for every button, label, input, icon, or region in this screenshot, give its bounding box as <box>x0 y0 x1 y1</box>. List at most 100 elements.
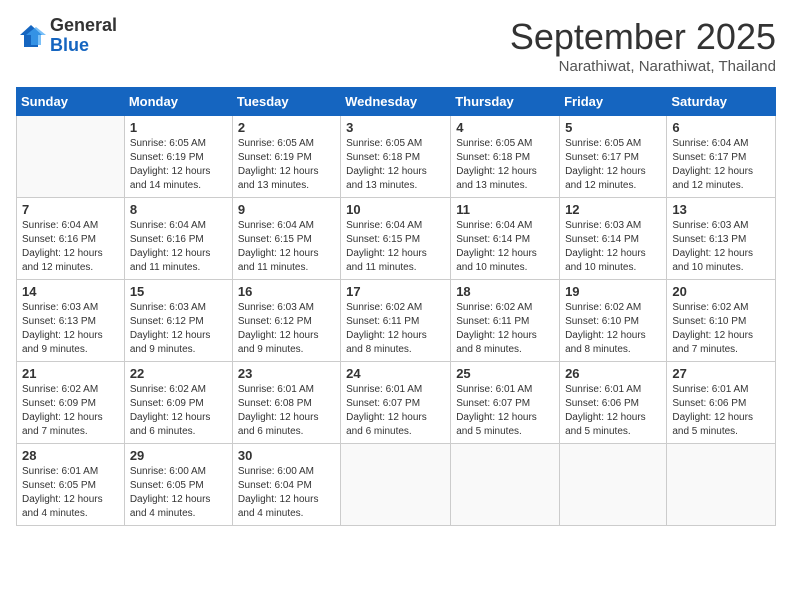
day-info: Sunrise: 6:04 AM Sunset: 6:16 PM Dayligh… <box>22 219 119 275</box>
calendar-cell: 7Sunrise: 6:04 AM Sunset: 6:16 PM Daylig… <box>17 198 125 280</box>
day-info: Sunrise: 6:00 AM Sunset: 6:04 PM Dayligh… <box>238 465 335 521</box>
day-info: Sunrise: 6:01 AM Sunset: 6:07 PM Dayligh… <box>456 383 554 439</box>
logo-blue-text: Blue <box>50 35 89 55</box>
calendar-week-4: 21 Sunrise: 6:02 AM Sunset: 6:09 PM Dayli… <box>17 362 776 444</box>
calendar-week-5: 28 Sunrise: 6:01 AM Sunset: 6:05 PM Dayli… <box>17 444 776 526</box>
day-number: 28 <box>22 448 119 463</box>
day-info: Sunrise: 6:02 AM Sunset: 6:11 PM Dayligh… <box>456 301 554 357</box>
day-info: Sunrise: 6:02 AM Sunset: 6:11 PM Dayligh… <box>346 301 445 357</box>
day-number: 12 <box>565 202 661 217</box>
calendar-cell: 5Sunrise: 6:05 AM Sunset: 6:17 PM Daylig… <box>560 116 667 198</box>
day-number: 27 <box>672 366 770 381</box>
day-info: Sunrise: 6:03 AM Sunset: 6:13 PM Dayligh… <box>22 301 119 357</box>
day-header-monday: Monday <box>124 88 232 116</box>
day-number: 10 <box>346 202 445 217</box>
logo-text: General Blue <box>50 16 117 56</box>
calendar-cell: 29 Sunrise: 6:00 AM Sunset: 6:05 PM Dayli… <box>124 444 232 526</box>
calendar-cell: 25 Sunrise: 6:01 AM Sunset: 6:07 PM Dayli… <box>451 362 560 444</box>
day-number: 25 <box>456 366 554 381</box>
calendar-cell: 3 Sunrise: 6:05 AM Sunset: 6:18 PM Daylig… <box>341 116 451 198</box>
day-info: Sunrise: 6:05 AM Sunset: 6:18 PM Dayligh… <box>346 137 445 193</box>
day-number: 6 <box>672 120 770 135</box>
day-info: Sunrise: 6:03 AM Sunset: 6:12 PM Dayligh… <box>130 301 227 357</box>
calendar-cell: 11Sunrise: 6:04 AM Sunset: 6:14 PM Dayli… <box>451 198 560 280</box>
day-number: 1 <box>130 120 227 135</box>
day-info: Sunrise: 6:03 AM Sunset: 6:12 PM Dayligh… <box>238 301 335 357</box>
day-number: 2 <box>238 120 335 135</box>
day-info: Sunrise: 6:01 AM Sunset: 6:06 PM Dayligh… <box>565 383 661 439</box>
calendar-header-row: SundayMondayTuesdayWednesdayThursdayFrid… <box>17 88 776 116</box>
day-info: Sunrise: 6:04 AM Sunset: 6:15 PM Dayligh… <box>346 219 445 275</box>
calendar-cell: 13 Sunrise: 6:03 AM Sunset: 6:13 PM Dayli… <box>667 198 776 280</box>
logo: General Blue <box>16 16 117 56</box>
calendar-cell <box>341 444 451 526</box>
title-section: September 2025 Narathiwat, Narathiwat, T… <box>510 16 776 75</box>
day-number: 3 <box>346 120 445 135</box>
day-info: Sunrise: 6:05 AM Sunset: 6:17 PM Dayligh… <box>565 137 661 193</box>
calendar-cell: 23 Sunrise: 6:01 AM Sunset: 6:08 PM Dayli… <box>232 362 340 444</box>
day-info: Sunrise: 6:04 AM Sunset: 6:17 PM Dayligh… <box>672 137 770 193</box>
calendar-cell: 19Sunrise: 6:02 AM Sunset: 6:10 PM Dayli… <box>560 280 667 362</box>
logo-icon <box>16 21 46 51</box>
calendar-cell: 22 Sunrise: 6:02 AM Sunset: 6:09 PM Dayli… <box>124 362 232 444</box>
day-info: Sunrise: 6:01 AM Sunset: 6:05 PM Dayligh… <box>22 465 119 521</box>
day-header-friday: Friday <box>560 88 667 116</box>
calendar-cell: 28 Sunrise: 6:01 AM Sunset: 6:05 PM Dayli… <box>17 444 125 526</box>
day-header-tuesday: Tuesday <box>232 88 340 116</box>
calendar-cell: 17 Sunrise: 6:02 AM Sunset: 6:11 PM Dayli… <box>341 280 451 362</box>
day-info: Sunrise: 6:05 AM Sunset: 6:19 PM Dayligh… <box>130 137 227 193</box>
day-info: Sunrise: 6:01 AM Sunset: 6:08 PM Dayligh… <box>238 383 335 439</box>
day-number: 8 <box>130 202 227 217</box>
calendar-cell: 4 Sunrise: 6:05 AM Sunset: 6:18 PM Daylig… <box>451 116 560 198</box>
day-number: 9 <box>238 202 335 217</box>
day-number: 26 <box>565 366 661 381</box>
day-info: Sunrise: 6:00 AM Sunset: 6:05 PM Dayligh… <box>130 465 227 521</box>
day-number: 23 <box>238 366 335 381</box>
day-number: 4 <box>456 120 554 135</box>
day-info: Sunrise: 6:04 AM Sunset: 6:16 PM Dayligh… <box>130 219 227 275</box>
calendar-cell <box>17 116 125 198</box>
calendar-cell <box>667 444 776 526</box>
day-info: Sunrise: 6:02 AM Sunset: 6:09 PM Dayligh… <box>130 383 227 439</box>
calendar-cell: 27 Sunrise: 6:01 AM Sunset: 6:06 PM Dayli… <box>667 362 776 444</box>
day-header-thursday: Thursday <box>451 88 560 116</box>
day-info: Sunrise: 6:03 AM Sunset: 6:14 PM Dayligh… <box>565 219 661 275</box>
day-number: 20 <box>672 284 770 299</box>
day-info: Sunrise: 6:03 AM Sunset: 6:13 PM Dayligh… <box>672 219 770 275</box>
calendar-cell: 12 Sunrise: 6:03 AM Sunset: 6:14 PM Dayli… <box>560 198 667 280</box>
logo-general-text: General <box>50 15 117 35</box>
page-header: General Blue September 2025 Narathiwat, … <box>16 16 776 75</box>
calendar-cell: 8 Sunrise: 6:04 AM Sunset: 6:16 PM Daylig… <box>124 198 232 280</box>
day-info: Sunrise: 6:04 AM Sunset: 6:14 PM Dayligh… <box>456 219 554 275</box>
day-info: Sunrise: 6:04 AM Sunset: 6:15 PM Dayligh… <box>238 219 335 275</box>
day-header-wednesday: Wednesday <box>341 88 451 116</box>
calendar-cell <box>560 444 667 526</box>
day-info: Sunrise: 6:02 AM Sunset: 6:09 PM Dayligh… <box>22 383 119 439</box>
calendar-cell: 2 Sunrise: 6:05 AM Sunset: 6:19 PM Daylig… <box>232 116 340 198</box>
day-number: 30 <box>238 448 335 463</box>
location-subtitle: Narathiwat, Narathiwat, Thailand <box>510 58 776 75</box>
day-info: Sunrise: 6:01 AM Sunset: 6:06 PM Dayligh… <box>672 383 770 439</box>
calendar-week-3: 14 Sunrise: 6:03 AM Sunset: 6:13 PM Dayli… <box>17 280 776 362</box>
calendar-cell: 1 Sunrise: 6:05 AM Sunset: 6:19 PM Daylig… <box>124 116 232 198</box>
calendar-cell: 16Sunrise: 6:03 AM Sunset: 6:12 PM Dayli… <box>232 280 340 362</box>
calendar-cell: 21 Sunrise: 6:02 AM Sunset: 6:09 PM Dayli… <box>17 362 125 444</box>
day-info: Sunrise: 6:05 AM Sunset: 6:19 PM Dayligh… <box>238 137 335 193</box>
calendar-cell: 6 Sunrise: 6:04 AM Sunset: 6:17 PM Daylig… <box>667 116 776 198</box>
day-number: 17 <box>346 284 445 299</box>
calendar-cell: 9 Sunrise: 6:04 AM Sunset: 6:15 PM Daylig… <box>232 198 340 280</box>
day-number: 29 <box>130 448 227 463</box>
day-number: 21 <box>22 366 119 381</box>
day-number: 14 <box>22 284 119 299</box>
calendar-cell: 15 Sunrise: 6:03 AM Sunset: 6:12 PM Dayli… <box>124 280 232 362</box>
day-number: 15 <box>130 284 227 299</box>
day-number: 18 <box>456 284 554 299</box>
calendar-cell: 14 Sunrise: 6:03 AM Sunset: 6:13 PM Dayli… <box>17 280 125 362</box>
calendar-cell: 10 Sunrise: 6:04 AM Sunset: 6:15 PM Dayli… <box>341 198 451 280</box>
day-number: 13 <box>672 202 770 217</box>
day-number: 19 <box>565 284 661 299</box>
day-info: Sunrise: 6:05 AM Sunset: 6:18 PM Dayligh… <box>456 137 554 193</box>
month-title: September 2025 <box>510 16 776 58</box>
calendar-week-2: 7Sunrise: 6:04 AM Sunset: 6:16 PM Daylig… <box>17 198 776 280</box>
day-number: 22 <box>130 366 227 381</box>
